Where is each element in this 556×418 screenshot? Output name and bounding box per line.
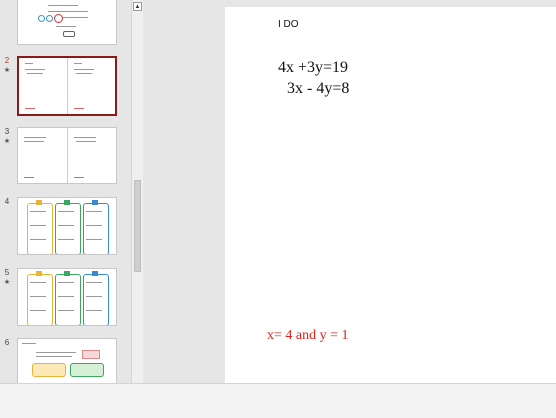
- thumbnail-scrollbar[interactable]: ▲: [131, 0, 143, 383]
- slide-canvas[interactable]: I DO 4x +3y=19 3x - 4y=8 x= 4 and y = 1: [225, 7, 556, 383]
- slide-number: 4: [4, 197, 10, 206]
- slide-title[interactable]: I DO: [278, 19, 299, 30]
- scroll-up-button[interactable]: ▲: [133, 2, 142, 11]
- slide-thumbnail-6[interactable]: [17, 338, 117, 383]
- star-icon: ★: [3, 138, 11, 145]
- slide-number: 6: [4, 338, 10, 347]
- answer-text[interactable]: x= 4 and y = 1: [267, 328, 349, 344]
- slide-number: 2: [4, 56, 10, 65]
- slide-editing-area: I DO 4x +3y=19 3x - 4y=8 x= 4 and y = 1: [143, 0, 556, 383]
- slide-thumbnail-1[interactable]: [17, 0, 117, 45]
- slide-number: 3: [4, 127, 10, 136]
- equation-1[interactable]: 4x +3y=19: [278, 59, 348, 77]
- star-icon: ★: [3, 67, 11, 74]
- slide-thumbnail-4[interactable]: [17, 197, 117, 255]
- slide-thumbnail-2[interactable]: [17, 56, 117, 116]
- slide-number: 5: [4, 268, 10, 277]
- star-icon: ★: [3, 279, 11, 286]
- status-bar: [0, 383, 556, 418]
- scrollbar-thumb[interactable]: [134, 180, 141, 272]
- slide-thumbnail-5[interactable]: [17, 268, 117, 326]
- slide-thumbnail-pane: 2 ★ 3 ★ 4 5 ★ 6: [0, 0, 131, 383]
- equation-2[interactable]: 3x - 4y=8: [287, 80, 349, 98]
- slide-thumbnail-3[interactable]: [17, 127, 117, 184]
